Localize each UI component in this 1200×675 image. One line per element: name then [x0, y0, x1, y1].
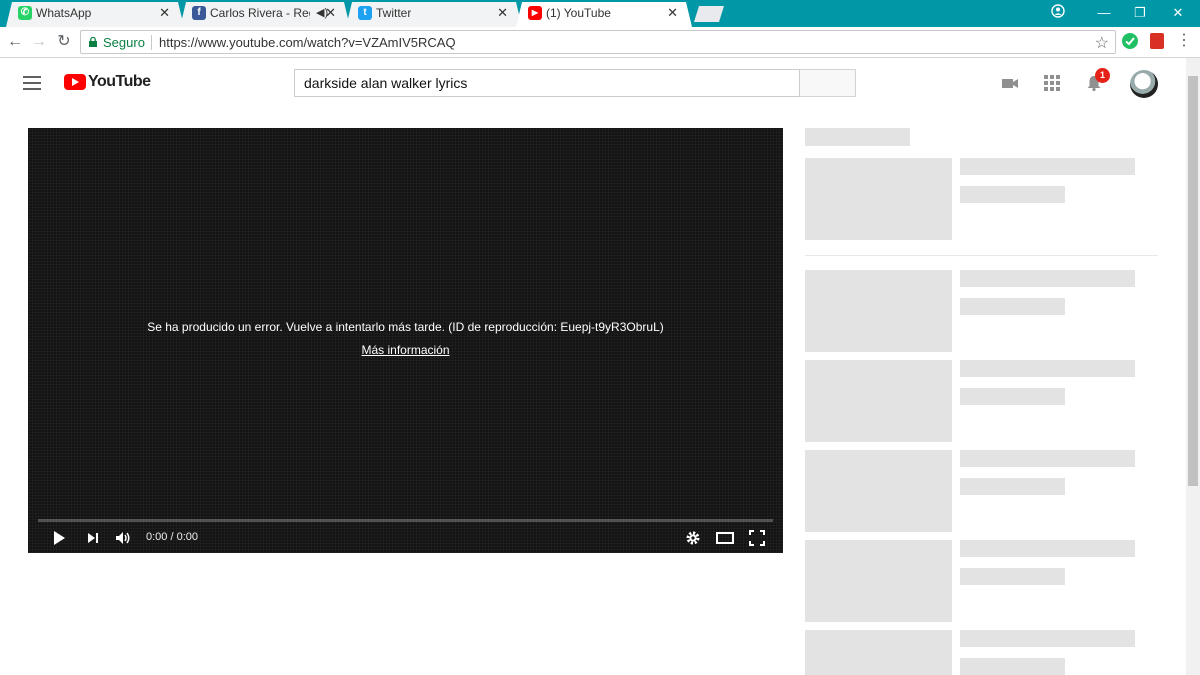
- profile-icon[interactable]: [1048, 4, 1068, 22]
- minimize-icon[interactable]: —: [1094, 4, 1114, 22]
- skeleton-meta: [960, 388, 1065, 405]
- tab-youtube[interactable]: ▶ (1) YouTube ✕: [516, 2, 692, 27]
- restore-icon[interactable]: ❐: [1130, 4, 1150, 22]
- close-icon[interactable]: ✕: [497, 2, 508, 24]
- new-tab-button[interactable]: [694, 6, 724, 22]
- page-scrollbar[interactable]: [1186, 58, 1200, 675]
- skeleton-title: [960, 270, 1135, 287]
- tab-whatsapp[interactable]: ✆ WhatsApp ✕: [6, 2, 184, 27]
- skeleton-title: [960, 360, 1135, 377]
- progress-bar[interactable]: [38, 519, 773, 522]
- theater-mode-icon[interactable]: [716, 529, 734, 547]
- next-icon[interactable]: [84, 529, 102, 547]
- skeleton-heading: [805, 128, 910, 146]
- tab-label: Carlos Rivera - Regrés: [210, 6, 309, 20]
- notification-badge: 1: [1095, 68, 1110, 83]
- secure-label: Seguro: [103, 35, 145, 50]
- tab-label: WhatsApp: [36, 6, 92, 20]
- avatar[interactable]: [1130, 70, 1158, 98]
- scrollbar-thumb[interactable]: [1188, 76, 1198, 486]
- search-box[interactable]: [294, 69, 800, 97]
- youtube-logo-icon[interactable]: [64, 74, 86, 90]
- tab-label: Twitter: [376, 6, 412, 20]
- divider: [151, 35, 152, 50]
- youtube-icon: ▶: [528, 6, 542, 20]
- time-display: 0:00 / 0:00: [146, 531, 198, 543]
- skeleton-title: [960, 540, 1135, 557]
- skeleton-thumbnail: [805, 158, 952, 240]
- upload-video-icon[interactable]: [1001, 74, 1019, 92]
- skeleton-title: [960, 158, 1135, 175]
- player-error-message: Se ha producido un error. Vuelve a inten…: [147, 320, 664, 334]
- skeleton-thumbnail: [805, 360, 952, 442]
- reload-icon[interactable]: ↻: [55, 33, 73, 51]
- tab-twitter[interactable]: t Twitter ✕: [346, 2, 522, 27]
- window-close-icon[interactable]: ✕: [1168, 4, 1188, 22]
- whatsapp-icon: ✆: [18, 6, 32, 20]
- skeleton-thumbnail: [805, 270, 952, 352]
- youtube-logo-text[interactable]: YouTube: [88, 73, 151, 91]
- settings-gear-icon[interactable]: [684, 529, 702, 547]
- search-input[interactable]: [295, 70, 799, 96]
- tab-facebook[interactable]: f Carlos Rivera - Regrés ◀) ✕: [180, 2, 350, 27]
- skeleton-title: [960, 450, 1135, 467]
- fullscreen-icon[interactable]: [748, 529, 766, 547]
- browser-tab-strip: ✆ WhatsApp ✕ f Carlos Rivera - Regrés ◀)…: [0, 0, 1200, 27]
- skeleton-meta: [960, 298, 1065, 315]
- menu-dots-icon[interactable]: ⋮: [1176, 31, 1192, 51]
- address-bar[interactable]: Seguro https://www.youtube.com/watch?v=V…: [80, 30, 1116, 54]
- skeleton-meta: [960, 478, 1065, 495]
- play-icon[interactable]: [50, 529, 68, 547]
- close-icon[interactable]: ✕: [159, 2, 170, 24]
- back-icon[interactable]: ←: [6, 33, 24, 51]
- hamburger-menu-icon[interactable]: [23, 76, 41, 90]
- skeleton-meta: [960, 186, 1065, 203]
- youtube-masthead: YouTube 1: [0, 58, 1186, 108]
- more-info-link[interactable]: Más información: [28, 343, 783, 357]
- video-player[interactable]: Se ha producido un error. Vuelve a inten…: [28, 128, 783, 553]
- forward-icon[interactable]: →: [30, 33, 48, 51]
- extension-check-icon[interactable]: [1122, 33, 1138, 49]
- bookmark-star-icon[interactable]: ☆: [1095, 33, 1109, 53]
- divider: [805, 255, 1158, 256]
- skeleton-thumbnail: [805, 450, 952, 532]
- url-text[interactable]: https://www.youtube.com/watch?v=VZAmIV5R…: [159, 35, 456, 50]
- close-icon[interactable]: ✕: [325, 2, 336, 24]
- tab-label: (1) YouTube: [546, 6, 611, 20]
- pdf-extension-icon[interactable]: [1150, 33, 1164, 49]
- apps-grid-icon[interactable]: [1043, 74, 1061, 92]
- search-button[interactable]: [800, 69, 856, 97]
- skeleton-title: [960, 630, 1135, 647]
- skeleton-meta: [960, 658, 1065, 675]
- facebook-icon: f: [192, 6, 206, 20]
- skeleton-thumbnail: [805, 540, 952, 622]
- skeleton-meta: [960, 568, 1065, 585]
- volume-icon[interactable]: [114, 529, 132, 547]
- skeleton-thumbnail: [805, 630, 952, 675]
- close-icon[interactable]: ✕: [667, 2, 678, 24]
- lock-icon: [89, 37, 97, 47]
- browser-toolbar: ← → ↻ Seguro https://www.youtube.com/wat…: [0, 27, 1200, 58]
- twitter-icon: t: [358, 6, 372, 20]
